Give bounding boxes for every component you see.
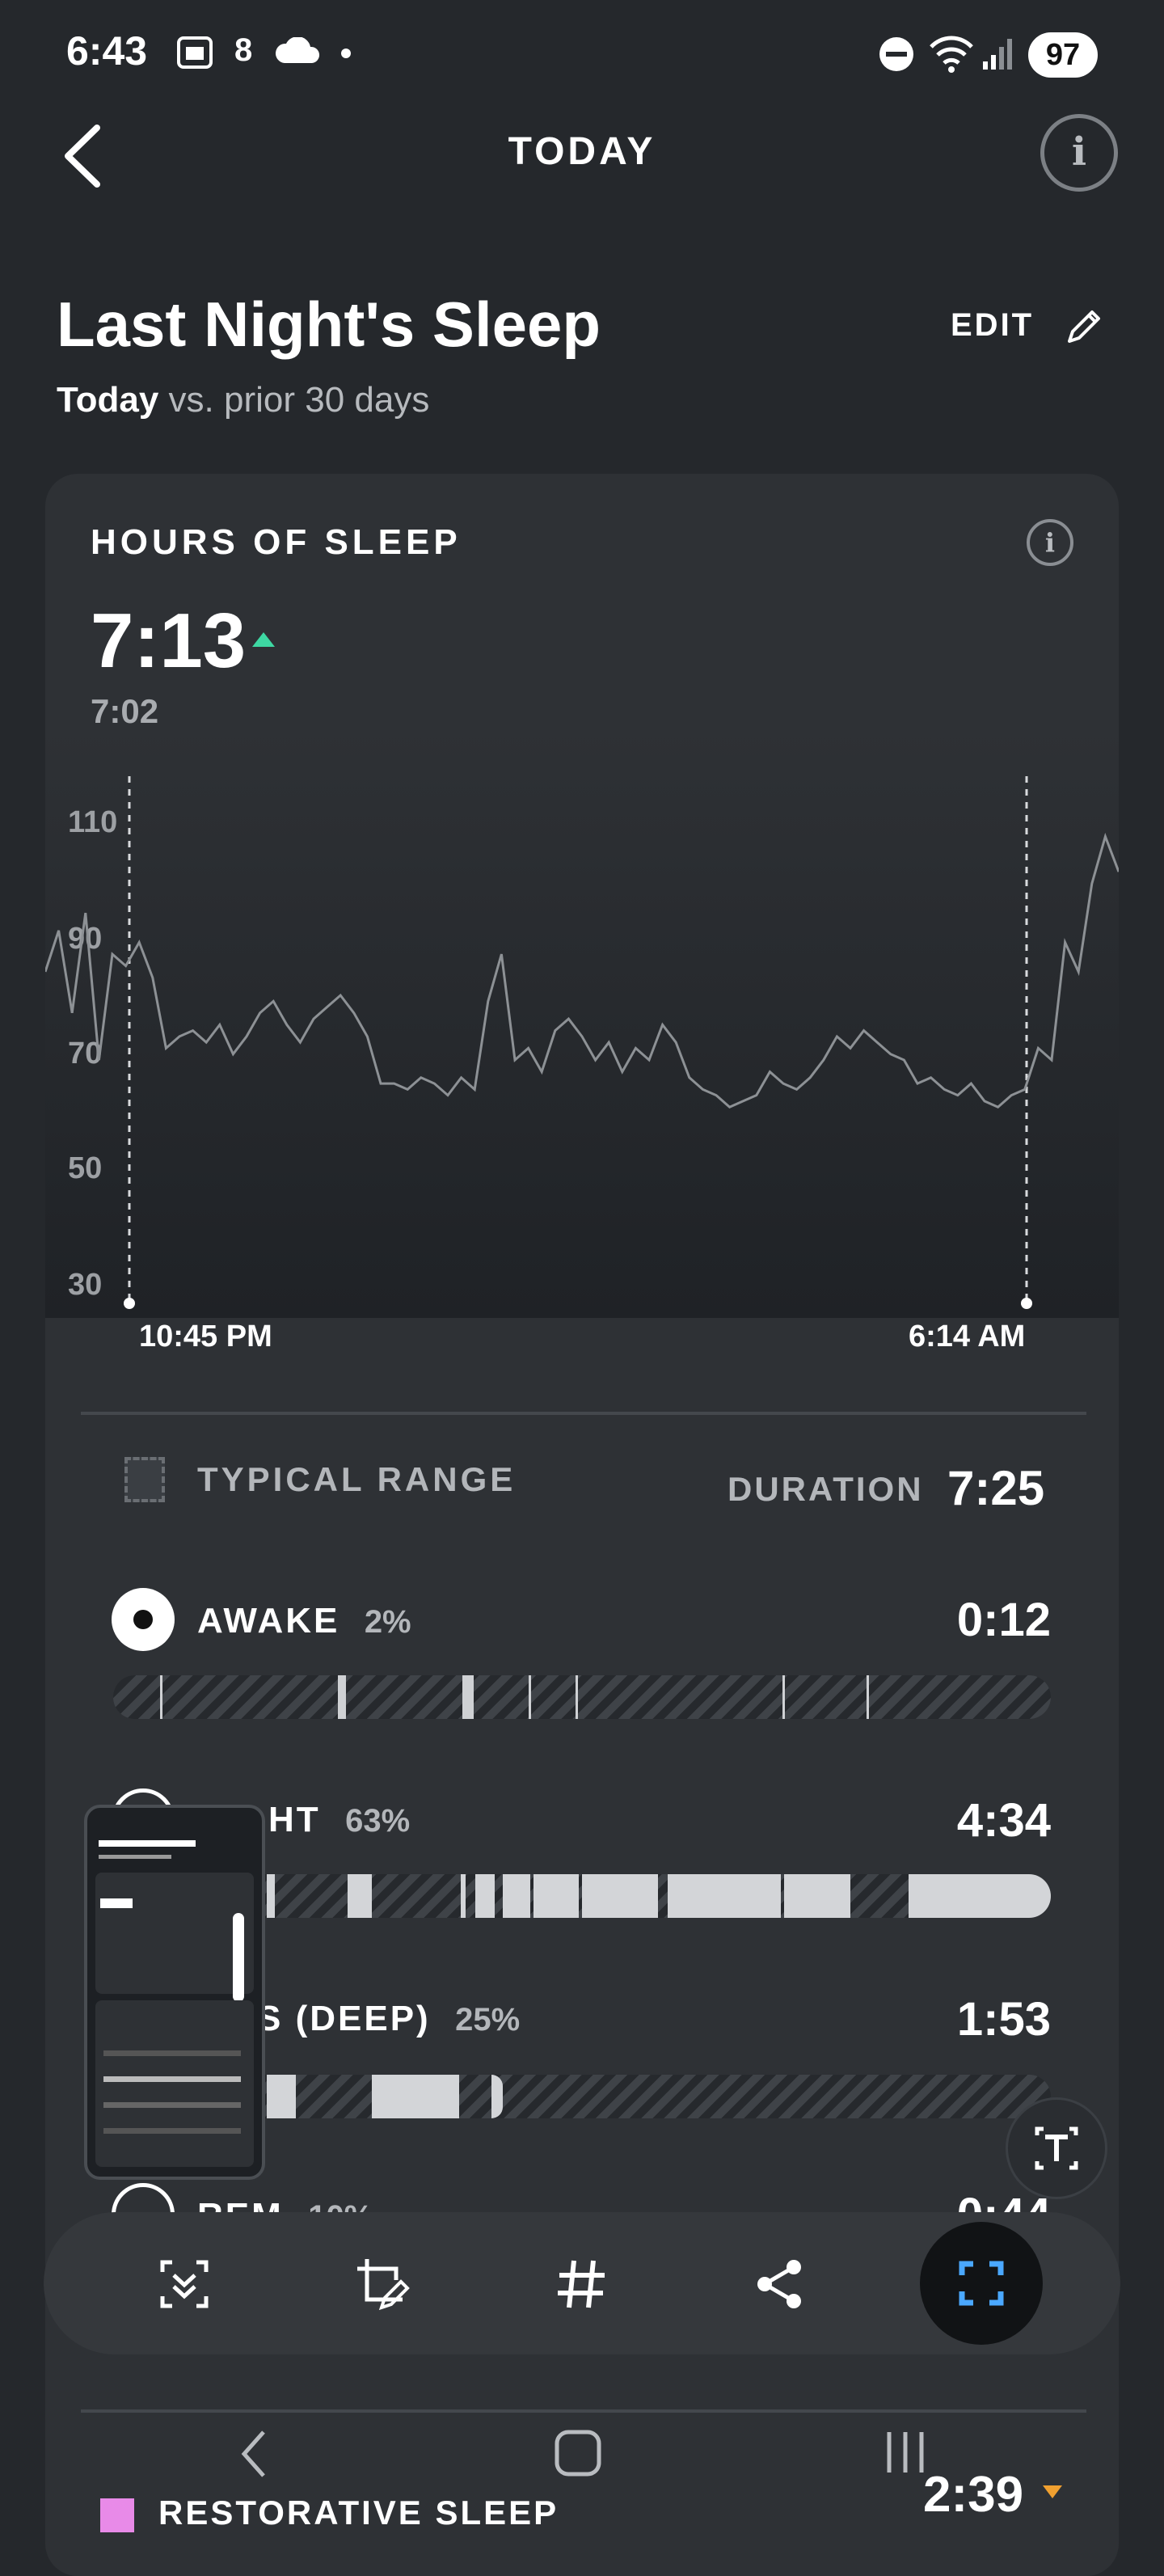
edit-button[interactable]: EDIT [951, 307, 1034, 344]
divider [81, 2409, 1086, 2413]
page-title: Last Night's Sleep [57, 289, 601, 360]
share-icon[interactable] [752, 2256, 808, 2312]
card-info-icon[interactable]: i [1027, 519, 1073, 566]
info-button[interactable]: i [1040, 114, 1118, 192]
sleep-hours-value: 7:13 [91, 598, 247, 684]
awake-bar [113, 1675, 1051, 1719]
page-header-title: TODAY [508, 130, 656, 173]
x-start-label: 10:45 PM [139, 1320, 272, 1353]
wifi-icon [930, 36, 973, 73]
scroll-capture-icon[interactable] [156, 2256, 213, 2312]
restorative-sleep-value: 2:39 [923, 2467, 1024, 2523]
text-recognition-icon [1035, 2126, 1078, 2170]
subtitle-today: Today [57, 380, 159, 420]
awake-icon [112, 1588, 175, 1651]
cloud-icon [276, 37, 319, 63]
crop-edit-icon[interactable] [354, 2256, 411, 2312]
capture-button[interactable] [920, 2222, 1043, 2345]
typical-range-label: TYPICAL RANGE [197, 1460, 517, 1498]
signal-icon [983, 39, 1012, 70]
trend-down-icon [1043, 2485, 1062, 2498]
nav-back-icon[interactable] [234, 2426, 275, 2482]
duration-value: 7:25 [947, 1461, 1045, 1515]
notification-icon: 8 [234, 32, 253, 68]
stage-light-label: HT 63% [268, 1800, 410, 1840]
screenshot-icon [177, 36, 213, 69]
average-sleep-value: 7:02 [91, 692, 159, 730]
stage-light-name: HT [268, 1800, 321, 1839]
card-title: HOURS OF SLEEP [91, 522, 462, 562]
pencil-icon[interactable] [1063, 306, 1105, 348]
stage-light-percent: 63% [345, 1803, 411, 1839]
stage-awake-value: 0:12 [956, 1594, 1051, 1646]
divider [81, 1412, 1086, 1415]
page-subtitle: Today vs. prior 30 days [57, 380, 429, 420]
stage-awake-percent: 2% [364, 1604, 411, 1640]
status-bar: 6:43 8 97 [0, 0, 1164, 105]
status-time: 6:43 [66, 28, 148, 74]
stage-deep-label: S (DEEP) 25% [257, 1999, 520, 2039]
heart-rate-line [45, 832, 1119, 1109]
typical-range-icon [124, 1457, 165, 1502]
capture-frame-icon [959, 2261, 1004, 2306]
hashtag-icon[interactable] [553, 2256, 609, 2312]
stage-deep-percent: 25% [455, 2002, 521, 2038]
duration-label: DURATION [728, 1470, 924, 1508]
restorative-sleep-swatch [100, 2498, 134, 2532]
stage-awake-label: AWAKE 2% [197, 1601, 411, 1641]
stage-deep-value: 1:53 [956, 1993, 1051, 2046]
battery-indicator: 97 [1028, 32, 1098, 78]
trend-up-icon [252, 632, 275, 647]
stage-awake-name: AWAKE [197, 1601, 340, 1641]
restorative-sleep-label: RESTORATIVE SLEEP [158, 2494, 559, 2532]
subtitle-comparison: vs. prior 30 days [158, 380, 430, 420]
sleep-end-dot [1021, 1298, 1032, 1309]
nav-home-icon[interactable] [553, 2426, 605, 2477]
dnd-icon [879, 37, 913, 71]
sleep-start-dot [124, 1298, 135, 1309]
x-end-label: 6:14 AM [909, 1320, 1026, 1353]
heart-rate-chart [45, 776, 1119, 1309]
screenshot-preview-thumbnail[interactable] [84, 1805, 265, 2180]
stage-light-value: 4:34 [956, 1794, 1051, 1847]
extract-text-button[interactable] [1006, 2097, 1107, 2199]
dot-icon [341, 49, 351, 58]
stage-deep-name: S (DEEP) [257, 1999, 431, 2038]
